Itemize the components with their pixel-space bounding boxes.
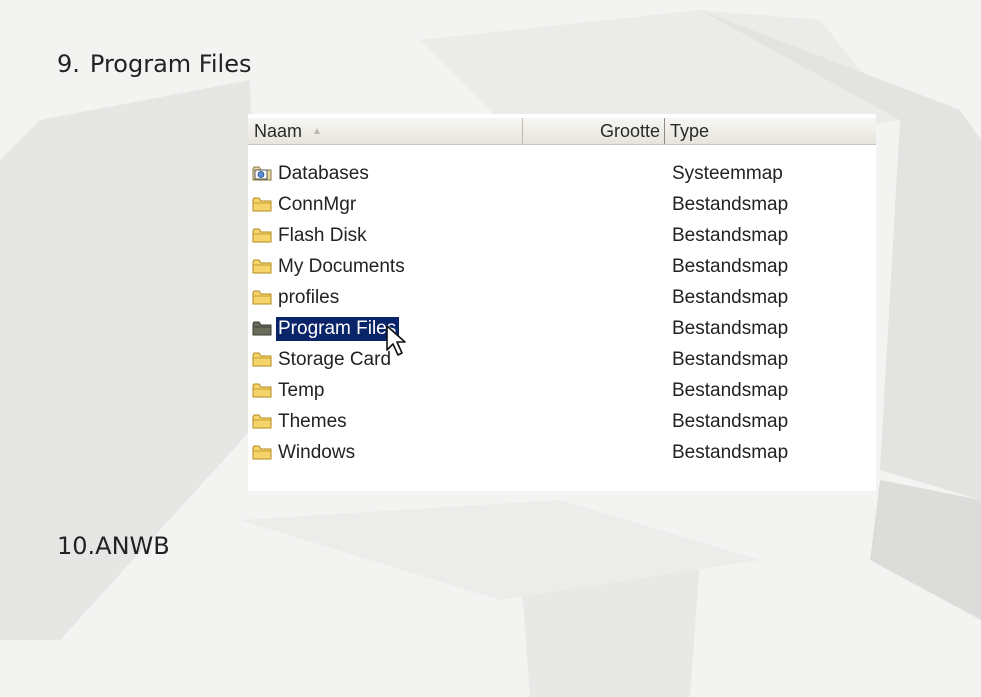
folder-icon bbox=[252, 259, 272, 274]
step-title: ANWB bbox=[95, 532, 170, 560]
file-name: Temp bbox=[278, 380, 325, 401]
step-number: 10. bbox=[57, 532, 96, 560]
file-list-row[interactable]: profiles Bestandsmap bbox=[248, 284, 876, 315]
sort-ascending-icon: ▲ bbox=[312, 126, 322, 138]
file-type: Bestandsmap bbox=[672, 287, 789, 308]
folder-icon bbox=[252, 445, 272, 460]
file-type: Bestandsmap bbox=[672, 411, 789, 432]
step-heading-10: 10.ANWB bbox=[57, 532, 170, 560]
step-heading-9: 9. Program Files bbox=[57, 50, 251, 78]
folder-icon bbox=[252, 228, 272, 243]
column-header-type-label: Type bbox=[670, 121, 710, 141]
file-type: Bestandsmap bbox=[672, 380, 789, 401]
file-list-row[interactable]: Flash Disk Bestandsmap bbox=[248, 222, 876, 253]
step-title: Program Files bbox=[89, 50, 252, 78]
column-header-row: Naam ▲ Grootte Type bbox=[248, 118, 876, 145]
file-explorer-panel: Naam ▲ Grootte Type Databases Systeemmap Co… bbox=[248, 114, 876, 491]
file-type: Bestandsmap bbox=[672, 349, 789, 370]
file-name: ConnMgr bbox=[278, 194, 357, 215]
mouse-pointer-icon bbox=[386, 325, 406, 356]
file-name: Themes bbox=[278, 411, 347, 432]
column-header-name[interactable]: Naam ▲ bbox=[248, 118, 523, 144]
file-name: profiles bbox=[278, 287, 340, 308]
folder-icon bbox=[252, 321, 272, 336]
file-type: Bestandsmap bbox=[672, 194, 789, 215]
file-list: Databases Systeemmap ConnMgr Bestandsmap Fla… bbox=[248, 160, 876, 470]
file-list-row[interactable]: Storage Card Bestandsmap bbox=[248, 346, 876, 377]
file-list-row[interactable]: Themes Bestandsmap bbox=[248, 408, 876, 439]
file-type: Systeemmap bbox=[672, 163, 783, 184]
file-list-row[interactable]: Temp Bestandsmap bbox=[248, 377, 876, 408]
file-list-row[interactable]: ConnMgr Bestandsmap bbox=[248, 191, 876, 222]
folder-icon bbox=[252, 383, 272, 398]
system-folder-icon bbox=[252, 166, 272, 181]
file-type: Bestandsmap bbox=[672, 318, 789, 339]
column-header-size-label: Grootte bbox=[599, 121, 660, 141]
file-name: Storage Card bbox=[278, 349, 392, 370]
file-name: My Documents bbox=[278, 256, 405, 277]
file-type: Bestandsmap bbox=[672, 442, 789, 463]
file-list-row[interactable]: Program Files Bestandsmap bbox=[248, 315, 876, 346]
file-name: Program Files bbox=[276, 317, 400, 341]
column-header-type[interactable]: Type bbox=[665, 118, 876, 144]
folder-icon bbox=[252, 290, 272, 305]
file-name: Databases bbox=[278, 163, 369, 184]
step-number: 9. bbox=[57, 50, 80, 78]
column-header-size[interactable]: Grootte bbox=[523, 118, 665, 144]
file-name: Flash Disk bbox=[278, 225, 367, 246]
file-list-row[interactable]: Windows Bestandsmap bbox=[248, 439, 876, 470]
file-list-row[interactable]: Databases Systeemmap bbox=[248, 160, 876, 191]
file-name: Windows bbox=[278, 442, 356, 463]
file-type: Bestandsmap bbox=[672, 225, 789, 246]
column-header-name-label: Naam bbox=[254, 121, 303, 141]
folder-icon bbox=[252, 197, 272, 212]
folder-icon bbox=[252, 414, 272, 429]
file-type: Bestandsmap bbox=[672, 256, 789, 277]
folder-icon bbox=[252, 352, 272, 367]
file-list-row[interactable]: My Documents Bestandsmap bbox=[248, 253, 876, 284]
